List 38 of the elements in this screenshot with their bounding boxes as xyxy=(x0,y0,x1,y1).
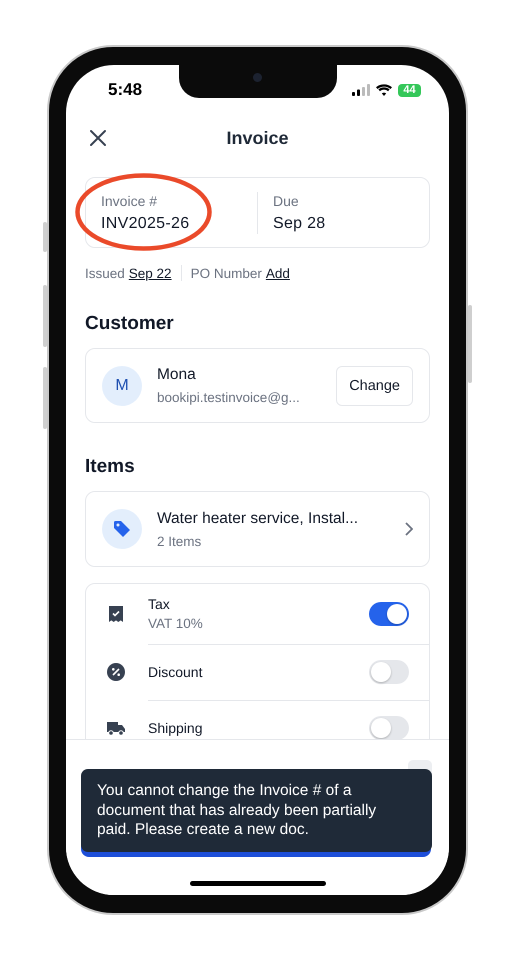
field-label: Due xyxy=(273,192,300,208)
change-button[interactable]: Change xyxy=(336,366,413,406)
wifi-icon xyxy=(376,84,392,96)
truck-icon xyxy=(106,720,126,736)
option-label: Discount xyxy=(148,664,204,680)
items-count: 2 Items xyxy=(157,534,202,548)
avatar-initial: M xyxy=(115,376,129,394)
error-toast: You cannot change the Invoice # of a document that has already been partially paid. Please create a new doc. xyxy=(81,769,432,852)
section-heading: Customer xyxy=(85,313,175,335)
meta-label: PO Number xyxy=(190,266,262,280)
toggle-switch[interactable] xyxy=(369,602,409,626)
screen-title: Invoice xyxy=(226,128,289,148)
due-date: Sep 28 xyxy=(273,214,327,232)
section-heading: Items xyxy=(85,456,136,478)
option-detail: VAT 10% xyxy=(148,616,204,631)
percent-icon xyxy=(107,663,125,681)
signal-icon xyxy=(352,84,370,96)
option-label: Shipping xyxy=(148,720,204,736)
chevron-right-icon xyxy=(405,522,413,536)
receipt-icon xyxy=(108,605,124,623)
customer-name: Mona xyxy=(157,366,197,384)
invoice-number: INV2025-26 xyxy=(101,214,190,232)
status-time: 5:48 xyxy=(108,80,142,100)
meta-label: Issued xyxy=(85,266,125,280)
battery-level: 44 xyxy=(398,84,421,96)
items-card[interactable]: Water heater service, Instal... 2 Items xyxy=(85,491,430,567)
customer-email: bookipi.testinvoice@g... xyxy=(157,390,301,405)
toggle-switch[interactable] xyxy=(369,660,409,684)
meta-link[interactable]: Add xyxy=(266,266,290,280)
field-label: Invoice # xyxy=(101,192,158,208)
option-label: Tax xyxy=(148,596,171,612)
invoice-card[interactable]: Invoice # INV2025-26 Due Sep 28 xyxy=(85,177,430,248)
meta-link[interactable]: Sep 22 xyxy=(128,266,172,280)
close-button[interactable] xyxy=(88,128,108,148)
camera-icon xyxy=(253,73,262,82)
toggle-switch[interactable] xyxy=(369,716,409,739)
items-title: Water heater service, Instal... xyxy=(157,510,360,528)
tag-icon xyxy=(113,520,131,538)
